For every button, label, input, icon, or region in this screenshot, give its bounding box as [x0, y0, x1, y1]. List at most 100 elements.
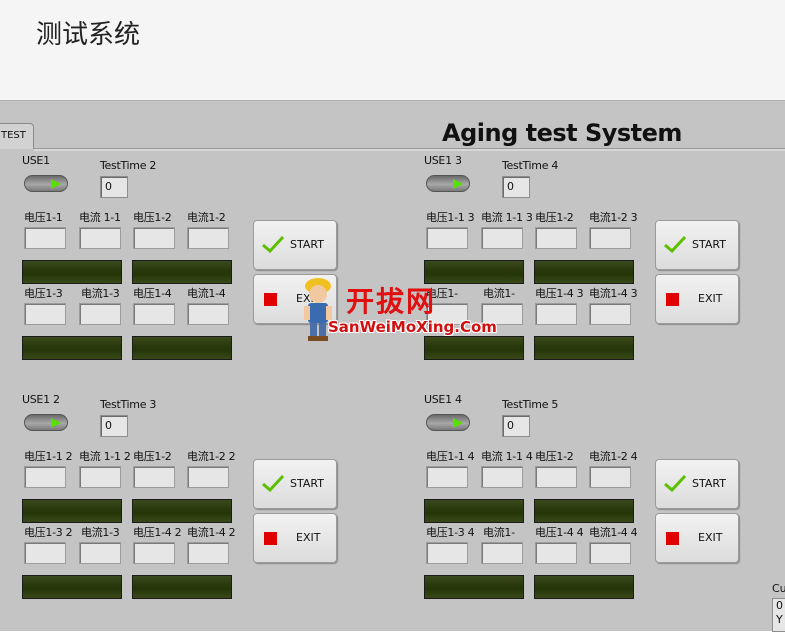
voltage-field[interactable] [24, 303, 66, 325]
app-title: 测试系统 [36, 20, 141, 50]
current-label: 电流1-4 3 [589, 287, 638, 300]
test-time-input[interactable]: 0 [502, 176, 530, 198]
test-time-input[interactable]: 0 [502, 415, 530, 437]
exit-button-label: EXIT [296, 531, 321, 544]
start-button-label: START [290, 238, 324, 251]
stop-square-icon [264, 293, 277, 306]
current-label: 电流1-4 4 [589, 526, 638, 539]
level-bar [132, 336, 232, 360]
current-field[interactable] [589, 227, 631, 249]
use-toggle-switch[interactable] [24, 414, 68, 431]
current-label: 电流 1-1 3 [481, 211, 533, 224]
test-time-input[interactable]: 0 [100, 415, 128, 437]
test-time-label: TestTime 2 [100, 159, 157, 172]
voltage-label: 电压1-2 [133, 450, 172, 463]
app-header: 测试系统 [0, 0, 785, 100]
main-panel: TEST Aging test System USE1 TestTime 2 0… [0, 100, 785, 631]
stop-square-icon [666, 293, 679, 306]
current-field[interactable] [589, 542, 631, 564]
current-field[interactable] [589, 303, 631, 325]
use-toggle-switch[interactable] [24, 175, 68, 192]
current-field[interactable] [481, 542, 523, 564]
check-icon [664, 235, 686, 253]
use-toggle-switch[interactable] [426, 414, 470, 431]
voltage-label: 电压1-3 [24, 287, 63, 300]
current-label: 电流1-3 [81, 526, 120, 539]
voltage-label: 电压1-4 [133, 287, 172, 300]
current-field[interactable] [79, 227, 121, 249]
voltage-field[interactable] [535, 227, 577, 249]
voltage-field[interactable] [24, 227, 66, 249]
start-button-label: START [290, 477, 324, 490]
voltage-field[interactable] [24, 466, 66, 488]
voltage-label: 电压1-3 2 [24, 526, 73, 539]
test-time-input[interactable]: 0 [100, 176, 128, 198]
voltage-label: 电压1-2 [133, 211, 172, 224]
corner-label: Cu [772, 582, 785, 595]
corner-indicator[interactable]: 0 Y [772, 598, 785, 632]
voltage-field[interactable] [426, 227, 468, 249]
exit-button[interactable]: EXIT [655, 513, 739, 563]
current-label: 电流1- [483, 526, 515, 539]
start-button[interactable]: START [253, 220, 337, 270]
test-time-label: TestTime 4 [502, 159, 559, 172]
current-field[interactable] [481, 227, 523, 249]
check-icon [664, 474, 686, 492]
voltage-label: 电压1-3 4 [426, 526, 475, 539]
watermark-site-text: SanWeiMoXing.Com [328, 318, 497, 336]
level-bar [22, 575, 122, 599]
voltage-field[interactable] [535, 466, 577, 488]
current-field[interactable] [79, 542, 121, 564]
current-field[interactable] [187, 466, 229, 488]
level-bar [132, 260, 232, 284]
exit-button[interactable]: EXIT [655, 274, 739, 324]
level-bar [424, 499, 524, 523]
exit-button[interactable]: EXIT [253, 513, 337, 563]
check-icon [262, 474, 284, 492]
current-field[interactable] [187, 542, 229, 564]
level-bar [22, 499, 122, 523]
switch-label: USE1 [22, 154, 50, 167]
check-icon [262, 235, 284, 253]
voltage-label: 电压1-1 4 [426, 450, 475, 463]
start-button[interactable]: START [655, 459, 739, 509]
current-field[interactable] [79, 466, 121, 488]
voltage-field[interactable] [133, 542, 175, 564]
current-field[interactable] [79, 303, 121, 325]
voltage-field[interactable] [24, 542, 66, 564]
current-field[interactable] [589, 466, 631, 488]
voltage-label: 电压1-1 3 [426, 211, 475, 224]
current-label: 电流1-4 [187, 287, 226, 300]
voltage-label: 电压1-1 2 [24, 450, 73, 463]
switch-arrow-icon [453, 418, 463, 428]
voltage-field[interactable] [535, 542, 577, 564]
voltage-label: 电压1-2 [535, 211, 574, 224]
corner-line-1: 0 [776, 599, 783, 612]
current-label: 电流 1-1 2 [79, 450, 131, 463]
start-button[interactable]: START [655, 220, 739, 270]
current-label: 电流1-2 4 [589, 450, 638, 463]
start-button-label: START [692, 477, 726, 490]
voltage-label: 电压1-4 2 [133, 526, 182, 539]
level-bar [424, 575, 524, 599]
voltage-field[interactable] [133, 466, 175, 488]
current-field[interactable] [481, 466, 523, 488]
switch-arrow-icon [51, 179, 61, 189]
voltage-field[interactable] [133, 227, 175, 249]
voltage-field[interactable] [426, 542, 468, 564]
switch-arrow-icon [453, 179, 463, 189]
use-toggle-switch[interactable] [426, 175, 470, 192]
current-field[interactable] [187, 227, 229, 249]
voltage-label: 电压1-2 [535, 450, 574, 463]
current-field[interactable] [187, 303, 229, 325]
start-button[interactable]: START [253, 459, 337, 509]
current-label: 电流1-3 [81, 287, 120, 300]
tab-test[interactable]: TEST [0, 123, 34, 149]
stop-square-icon [264, 532, 277, 545]
test-time-label: TestTime 3 [100, 398, 157, 411]
current-label: 电流1-2 2 [187, 450, 236, 463]
voltage-field[interactable] [426, 466, 468, 488]
voltage-field[interactable] [535, 303, 577, 325]
voltage-field[interactable] [133, 303, 175, 325]
stop-square-icon [666, 532, 679, 545]
